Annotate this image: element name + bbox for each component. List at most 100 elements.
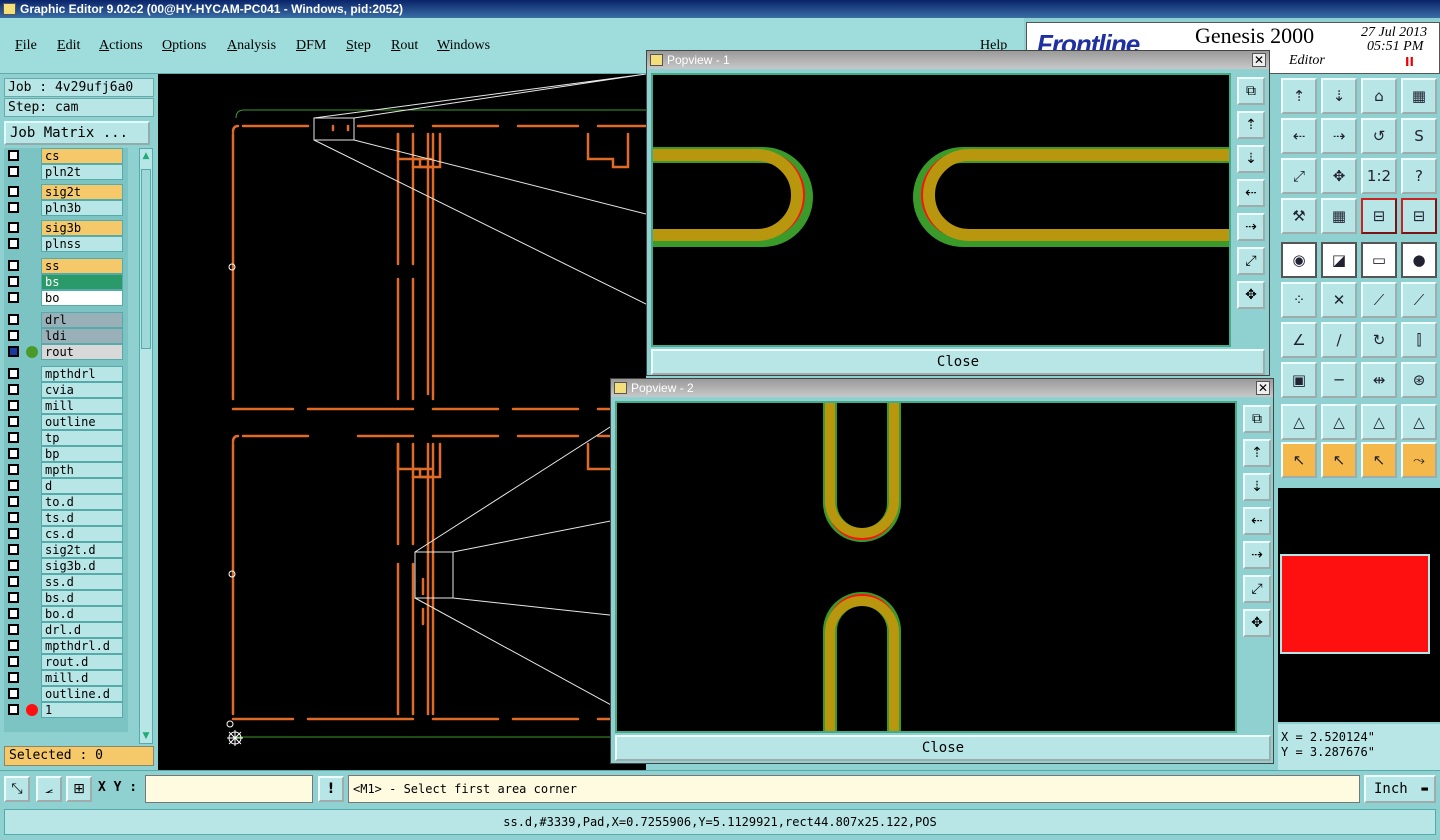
layer-checkbox[interactable]: [8, 416, 19, 427]
layer-checkbox[interactable]: [8, 400, 19, 411]
grid-icon[interactable]: ▦: [1321, 198, 1357, 234]
layer-checkbox[interactable]: [8, 560, 19, 571]
layer-row-d[interactable]: d: [4, 478, 128, 494]
popview-2-title-bar[interactable]: Popview - 2 ✕: [611, 379, 1273, 397]
popview-2-window[interactable]: Popview - 2 ✕ ⧉ ⇡ ⇣ ⇠ ⇢ ⤢ ✥ Close: [610, 378, 1274, 764]
layer-name[interactable]: sig3b.d: [41, 558, 123, 574]
layer-checkbox[interactable]: [8, 576, 19, 587]
layer-row-outline[interactable]: outline: [4, 414, 128, 430]
layer-row-drl[interactable]: drl: [4, 312, 128, 328]
layer-checkbox[interactable]: [8, 260, 19, 271]
layer-name[interactable]: sig3b: [41, 220, 123, 236]
popview-layer-down-icon[interactable]: ⇣: [1237, 145, 1265, 173]
pointer-circle-icon[interactable]: ↖: [1361, 442, 1397, 478]
layer-name[interactable]: mpthdrl: [41, 366, 123, 382]
layer-name[interactable]: sig2t: [41, 184, 123, 200]
layer-name[interactable]: ldi: [41, 328, 123, 344]
popview-layer-down-icon[interactable]: ⇣: [1243, 473, 1271, 501]
popview-right-icon[interactable]: ⇢: [1243, 541, 1271, 569]
fit-icon[interactable]: ⤢: [1281, 158, 1317, 194]
layer-checkbox[interactable]: [8, 464, 19, 475]
layer-row-ts-d[interactable]: ts.d: [4, 510, 128, 526]
dim-icon[interactable]: ⇹: [1361, 362, 1397, 398]
layer-name[interactable]: 1: [41, 702, 123, 718]
layer-name[interactable]: bs: [41, 274, 123, 290]
layer-checkbox[interactable]: [8, 150, 19, 161]
layer-checkbox[interactable]: [8, 688, 19, 699]
layer-checkbox[interactable]: [8, 238, 19, 249]
popview-center-icon[interactable]: ✥: [1237, 281, 1265, 309]
popview-center-icon[interactable]: ✥: [1243, 609, 1271, 637]
menu-edit[interactable]: Edit: [57, 38, 80, 54]
layer-row-tp[interactable]: tp: [4, 430, 128, 446]
job-matrix-button[interactable]: Job Matrix ...: [4, 121, 150, 145]
layer-row-drl-d[interactable]: drl.d: [4, 622, 128, 638]
pointer-path-icon[interactable]: ⤳: [1401, 442, 1437, 478]
layer-up-icon[interactable]: ⇡: [1281, 78, 1317, 114]
layer-checkbox[interactable]: [8, 496, 19, 507]
layer-checkbox[interactable]: [8, 704, 19, 715]
line-dot-2-icon[interactable]: ⟋: [1401, 282, 1437, 318]
menu-dfm[interactable]: DFM: [296, 38, 326, 54]
scroll-up-icon[interactable]: ▲: [141, 151, 151, 161]
layer-checkbox[interactable]: [8, 640, 19, 651]
measure-pad-icon[interactable]: ◉: [1281, 242, 1317, 278]
menu-options[interactable]: Options: [162, 38, 206, 54]
layer-name[interactable]: drl: [41, 312, 123, 328]
layer-checkbox[interactable]: [8, 202, 19, 213]
layer-color-dot[interactable]: [26, 346, 38, 358]
feature-select-icon[interactable]: ⊟: [1361, 198, 1397, 234]
layer-row-sig3b[interactable]: sig3b: [4, 220, 128, 236]
line-icon[interactable]: ∕: [1321, 322, 1357, 358]
layer-row-cvia[interactable]: cvia: [4, 382, 128, 398]
layer-name[interactable]: ss: [41, 258, 123, 274]
menu-file[interactable]: File: [15, 38, 37, 54]
layer-name[interactable]: cs.d: [41, 526, 123, 542]
menu-step[interactable]: Step: [346, 38, 371, 54]
popview-layer-up-icon[interactable]: ⇡: [1243, 439, 1271, 467]
popview-1-window[interactable]: Popview - 1 ✕ ⧉ ⇡ ⇣ ⇠ ⇢ ⤢ ✥ Close: [646, 50, 1270, 376]
popview-left-icon[interactable]: ⇠: [1243, 507, 1271, 535]
minus-line-icon[interactable]: ─: [1321, 362, 1357, 398]
layer-checkbox[interactable]: [8, 544, 19, 555]
popview-2-close-icon[interactable]: ✕: [1256, 381, 1270, 395]
popview-2-close-button[interactable]: Close: [615, 735, 1271, 761]
layer-name[interactable]: bo: [41, 290, 123, 306]
layer-checkbox[interactable]: [8, 656, 19, 667]
help-query-icon[interactable]: ?: [1401, 158, 1437, 194]
layer-down-icon[interactable]: ⇣: [1321, 78, 1357, 114]
menu-rout[interactable]: Rout: [391, 38, 418, 54]
layer-name[interactable]: drl.d: [41, 622, 123, 638]
window-icon[interactable]: ▦: [1401, 78, 1437, 114]
layer-checkbox[interactable]: [8, 166, 19, 177]
popview-left-icon[interactable]: ⇠: [1237, 179, 1265, 207]
popview-undock-icon[interactable]: ⧉: [1237, 77, 1265, 105]
layer-checkbox[interactable]: [8, 608, 19, 619]
layer-row-mpthdrl-d[interactable]: mpthdrl.d: [4, 638, 128, 654]
layer-row-bs[interactable]: bs: [4, 274, 128, 290]
snap-icon[interactable]: ⊛: [1401, 362, 1437, 398]
layer-row-bo-d[interactable]: bo.d: [4, 606, 128, 622]
popview-undock-icon[interactable]: ⧉: [1243, 405, 1271, 433]
scale-1-2-icon[interactable]: 1:2: [1361, 158, 1397, 194]
home-icon[interactable]: ⌂: [1361, 78, 1397, 114]
layer-name[interactable]: cs: [41, 148, 123, 164]
graphic-canvas[interactable]: [158, 74, 646, 770]
layer-name[interactable]: to.d: [41, 494, 123, 510]
layer-row-sig2t[interactable]: sig2t: [4, 184, 128, 200]
pad-icon[interactable]: ●: [1401, 242, 1437, 278]
layer-row-mpthdrl[interactable]: mpthdrl: [4, 366, 128, 382]
layer-checkbox[interactable]: [8, 330, 19, 341]
layer-name[interactable]: bp: [41, 446, 123, 462]
layer-row-rout-d[interactable]: rout.d: [4, 654, 128, 670]
measure-icon[interactable]: ⦟: [36, 776, 62, 802]
popview-layer-up-icon[interactable]: ⇡: [1237, 111, 1265, 139]
triangle-3-icon[interactable]: △: [1361, 404, 1397, 440]
layer-name[interactable]: rout.d: [41, 654, 123, 670]
layer-name[interactable]: mpthdrl.d: [41, 638, 123, 654]
popview-1-close-icon[interactable]: ✕: [1252, 53, 1266, 67]
layer-checkbox[interactable]: [8, 432, 19, 443]
layer-checkbox[interactable]: [8, 528, 19, 539]
layer-checkbox[interactable]: [8, 512, 19, 523]
line-dot-icon[interactable]: ⟋: [1361, 282, 1397, 318]
